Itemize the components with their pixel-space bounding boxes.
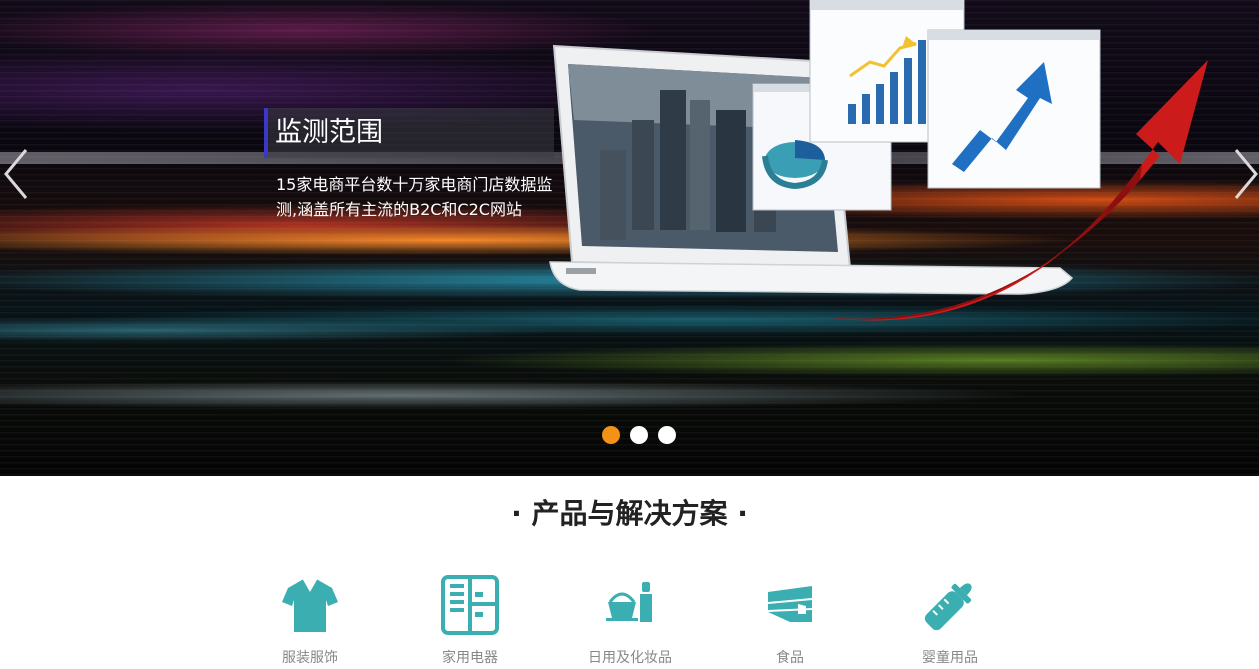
hero-banner: 监测范围 15家电商平台数十万家电商门店数据监测,涵盖所有主流的B2C和C2C网… xyxy=(0,0,1259,476)
chevron-right-icon xyxy=(1234,149,1258,199)
product-item-clothing[interactable]: 服装服饰 xyxy=(250,570,370,669)
product-category-list: 服装服饰 家用电器 日用及化妆品 食品 婴童用品 xyxy=(250,570,1030,669)
refrigerator-icon xyxy=(440,574,500,636)
slide-title: 监测范围 xyxy=(275,117,383,148)
previous-slide-button[interactable] xyxy=(2,148,30,200)
section-title: · 产品与解决方案 · xyxy=(511,497,748,530)
product-label: 服装服饰 xyxy=(282,650,338,666)
chevron-left-icon xyxy=(4,149,28,199)
product-item-food[interactable]: 食品 xyxy=(730,570,850,669)
baby-bottle-icon xyxy=(920,574,980,636)
slide-dot-3[interactable] xyxy=(658,426,676,444)
product-label: 婴童用品 xyxy=(922,650,978,666)
product-label: 食品 xyxy=(776,650,804,666)
slide-dot-1[interactable] xyxy=(602,426,620,444)
slide-description: 15家电商平台数十万家电商门店数据监测,涵盖所有主流的B2C和C2C网站 xyxy=(276,175,553,219)
shirt-icon xyxy=(280,574,340,636)
product-item-appliances[interactable]: 家用电器 xyxy=(410,570,530,669)
next-slide-button[interactable] xyxy=(1232,148,1259,200)
product-item-cosmetics[interactable]: 日用及化妆品 xyxy=(570,570,690,669)
cake-icon xyxy=(760,574,820,636)
product-label: 日用及化妆品 xyxy=(588,650,672,666)
laptop-growth-illustration xyxy=(549,0,1208,321)
product-item-baby[interactable]: 婴童用品 xyxy=(890,570,1010,669)
slide-dot-2[interactable] xyxy=(630,426,648,444)
product-label: 家用电器 xyxy=(442,650,498,666)
cosmetics-icon xyxy=(600,574,660,636)
